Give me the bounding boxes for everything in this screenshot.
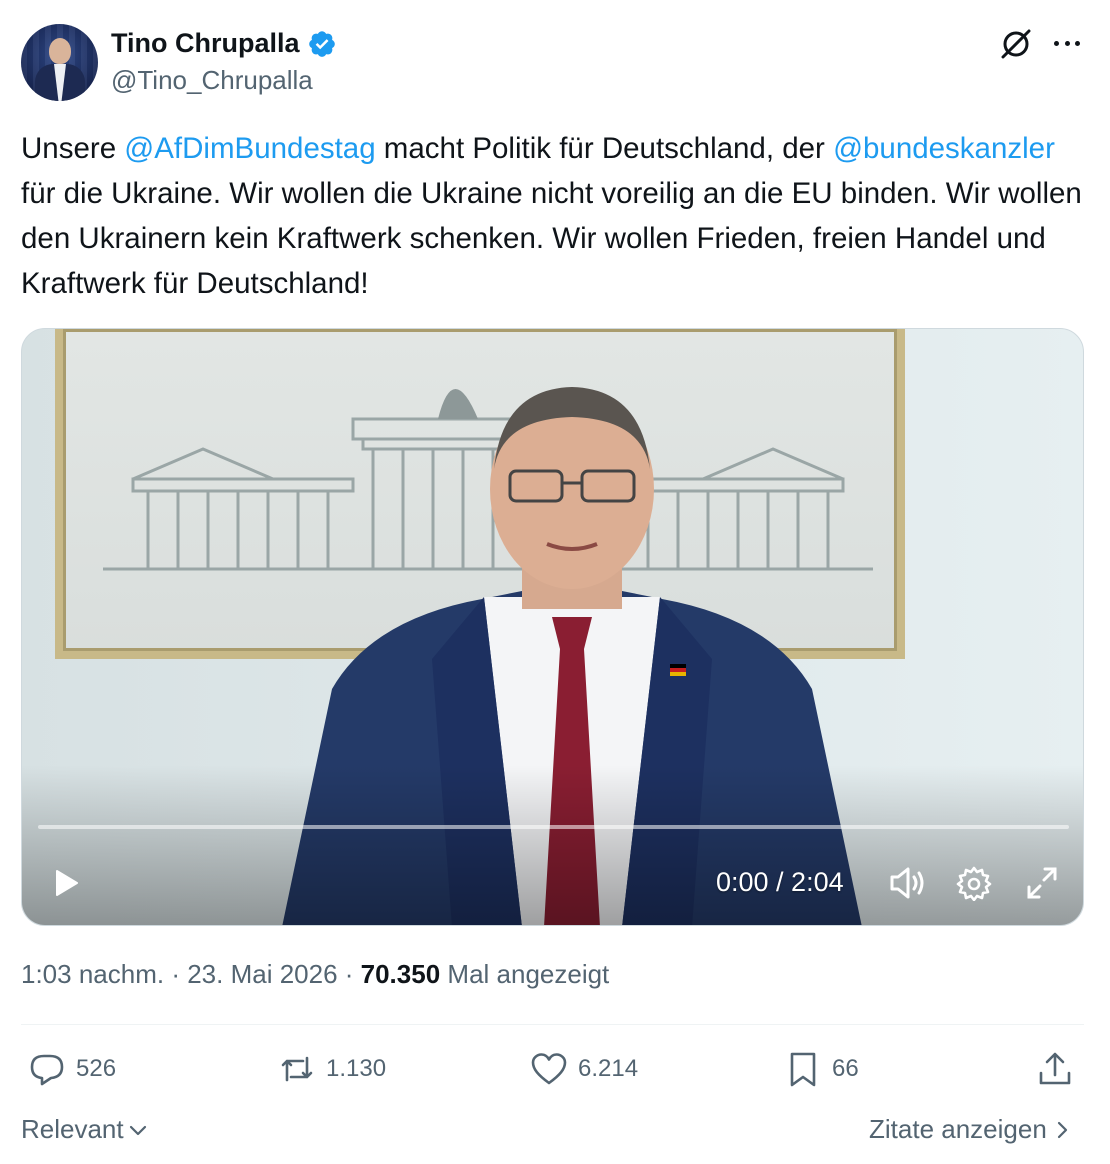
like-count: 6.214 <box>578 1055 639 1082</box>
chevron-down-icon <box>129 1125 146 1135</box>
more-icon[interactable] <box>1050 28 1084 58</box>
settings-icon[interactable] <box>956 865 992 901</box>
play-icon[interactable] <box>50 867 82 899</box>
author-handle[interactable]: @Tino_Chrupalla <box>111 65 313 96</box>
views-label: Mal angezeigt <box>447 959 610 989</box>
divider <box>21 1024 1084 1025</box>
chevron-right-icon <box>1057 1121 1067 1138</box>
retweet-icon <box>281 1056 313 1082</box>
tweet-time[interactable]: 1:03 nachm. <box>21 959 164 989</box>
bookmark-button[interactable]: 66 <box>784 1050 859 1088</box>
retweet-button[interactable]: 1.130 <box>278 1050 386 1088</box>
meta-separator: · <box>164 959 188 989</box>
retweet-count: 1.130 <box>326 1055 387 1082</box>
grok-icon[interactable] <box>998 26 1034 62</box>
volume-icon[interactable] <box>888 865 926 901</box>
reply-icon <box>30 1054 64 1086</box>
bookmark-count: 66 <box>832 1055 859 1082</box>
video-progress-bar[interactable] <box>38 825 1069 829</box>
sort-dropdown[interactable]: Relevant <box>21 1114 148 1145</box>
tweet-meta: 1:03 nachm. · 23. Mai 2026 · 70.350 Mal … <box>21 959 609 990</box>
tweet-text-part: Unsere <box>21 132 125 165</box>
tweet-text-part: für die Ukraine. Wir wollen die Ukraine … <box>21 177 1082 300</box>
verified-icon <box>308 30 335 57</box>
tweet-date[interactable]: 23. Mai 2026 <box>187 959 337 989</box>
sort-label: Relevant <box>21 1114 124 1144</box>
reply-button[interactable]: 526 <box>28 1050 116 1088</box>
share-button[interactable] <box>1036 1050 1074 1088</box>
author-name-row: Tino Chrupalla <box>111 28 337 59</box>
views-count: 70.350 <box>360 959 441 989</box>
view-quotes-link[interactable]: Zitate anzeigen <box>869 1114 1071 1145</box>
author-display-name[interactable]: Tino Chrupalla <box>111 28 300 59</box>
video-time-readout: 0:00 / 2:04 <box>716 867 844 897</box>
fullscreen-icon[interactable] <box>1025 865 1059 901</box>
avatar[interactable] <box>21 24 98 101</box>
video-player[interactable]: 0:00 / 2:04 <box>21 328 1084 926</box>
like-icon <box>531 1053 567 1085</box>
reply-count: 526 <box>76 1055 117 1082</box>
like-button[interactable]: 6.214 <box>530 1050 638 1088</box>
tweet-text: Unsere @AfDimBundestag macht Politik für… <box>21 126 1086 306</box>
mention-link[interactable]: @bundeskanzler <box>833 132 1055 165</box>
meta-separator: · <box>337 959 361 989</box>
controls-overlay <box>22 765 1083 925</box>
mention-link[interactable]: @AfDimBundestag <box>124 132 375 165</box>
quotes-label: Zitate anzeigen <box>869 1114 1047 1144</box>
share-icon <box>1039 1052 1071 1085</box>
bookmark-icon <box>790 1052 816 1087</box>
tweet-text-part: macht Politik für Deutschland, der <box>375 132 834 165</box>
tweet-detail: Tino Chrupalla @Tino_Chrupalla Unsere @A… <box>0 0 1110 1164</box>
